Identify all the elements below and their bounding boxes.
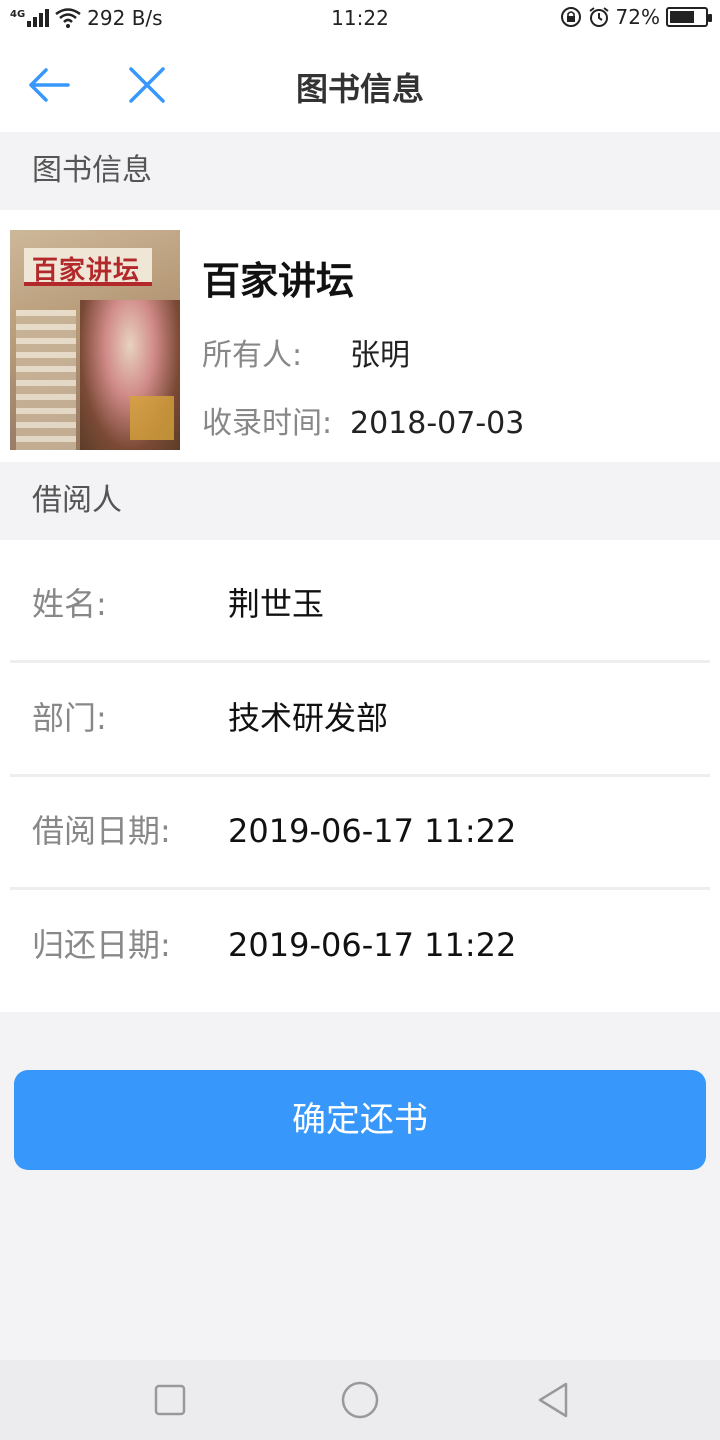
confirm-return-button[interactable]: 确定还书 [14, 1070, 706, 1170]
battery-icon [666, 7, 712, 27]
borrow-date-row: 借阅日期: 2019-06-17 11:22 [0, 775, 720, 888]
borrower-name-row: 姓名: 荆世玉 [0, 548, 720, 661]
borrow-date-label: 借阅日期: [32, 812, 171, 850]
alarm-icon [588, 7, 609, 27]
battery-fill [670, 11, 695, 23]
borrower-name-label: 姓名: [32, 585, 107, 623]
square-icon[interactable] [150, 1380, 190, 1420]
cover-title: 百家讲坛 [32, 256, 141, 286]
return-date-label: 归还日期: [32, 926, 171, 964]
triangle-back-icon[interactable] [534, 1380, 574, 1420]
owner-label: 所有人: [202, 338, 303, 373]
book-owner-row: 所有人: 张明 [202, 330, 410, 374]
recorded-label: 收录时间: [202, 406, 333, 441]
borrower-section-label: 借阅人 [0, 462, 720, 540]
book-cover-image: 百家讲坛 [10, 230, 180, 450]
book-recorded-row: 收录时间: 2018-07-03 [202, 398, 524, 442]
status-right: 72% [560, 5, 712, 29]
page-title: 图书信息 [295, 70, 424, 108]
return-date-row: 归还日期: 2019-06-17 11:22 [0, 889, 720, 1002]
book-return-page: 4G 292 B/s 11:22 72% 图书信息 图书信息 百家讲坛 百家讲坛… [0, 0, 720, 1440]
borrower-dept-row: 部门: 技术研发部 [0, 662, 720, 775]
cover-stamp [130, 396, 174, 440]
status-bar: 4G 292 B/s 11:22 72% [0, 0, 720, 38]
borrower-name-value: 荆世玉 [228, 585, 325, 623]
circle-icon[interactable] [340, 1380, 380, 1420]
top-app-bar: 图书信息 [0, 38, 720, 132]
borrower-dept-label: 部门: [32, 699, 107, 737]
book-section-label: 图书信息 [0, 132, 720, 210]
return-date-value: 2019-06-17 11:22 [228, 926, 517, 964]
book-name: 百家讲坛 [202, 259, 355, 303]
battery-percent: 72% [615, 5, 660, 29]
rotation-lock-icon [560, 7, 581, 27]
system-nav-bar [0, 1360, 720, 1440]
borrower-dept-value: 技术研发部 [228, 699, 389, 737]
borrow-date-value: 2019-06-17 11:22 [228, 812, 517, 850]
borrower-info-list: 姓名: 荆世玉 部门: 技术研发部 借阅日期: 2019-06-17 11:22… [0, 540, 720, 1012]
cover-text-block [16, 310, 76, 450]
owner-value: 张明 [350, 338, 410, 373]
recorded-value: 2018-07-03 [350, 406, 525, 441]
